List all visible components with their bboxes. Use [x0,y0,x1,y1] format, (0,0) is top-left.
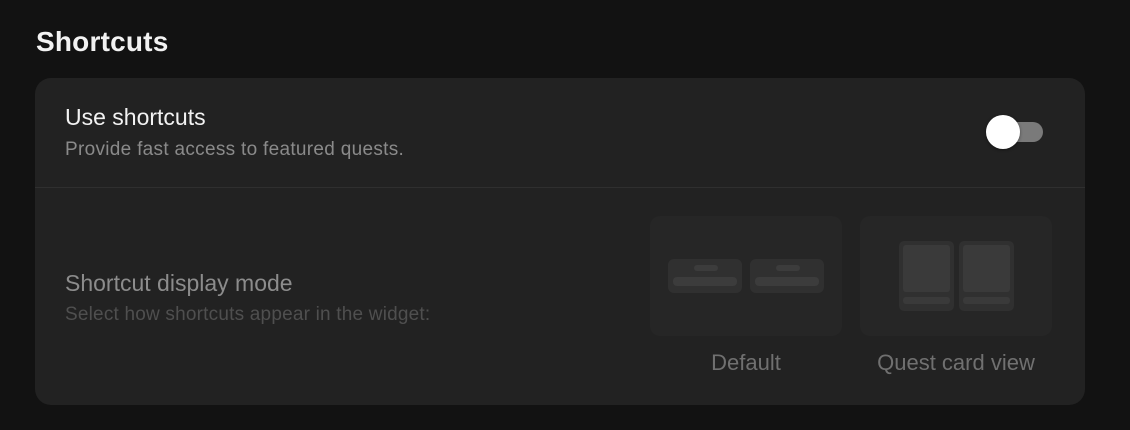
display-mode-option-default[interactable] [650,216,842,336]
card-preview-2 [959,241,1014,311]
pill-bar-bottom [755,277,819,286]
section-title: Shortcuts [36,26,169,57]
pill-preview-2 [750,259,824,293]
pill-bar-top [694,265,718,271]
display-mode-option-default-label[interactable]: Default [650,350,842,376]
card-image-placeholder [963,245,1010,292]
card-image-placeholder [903,245,950,292]
two-horizontal-pills-icon [668,259,742,293]
use-shortcuts-description: Provide fast access to featured quests. [65,139,405,160]
use-shortcuts-row: Use shortcuts Provide fast access to fea… [35,78,1085,188]
pill-bar-bottom [673,277,737,286]
two-cards-icon [899,241,954,311]
display-mode-row: Shortcut display mode Select how shortcu… [35,188,1085,405]
toggle-knob [986,115,1020,149]
shortcuts-settings-card: Use shortcuts Provide fast access to fea… [35,78,1085,405]
card-bar-placeholder [963,297,1010,304]
display-mode-description: Select how shortcuts appear in the widge… [65,304,431,325]
use-shortcuts-toggle[interactable] [986,115,1044,149]
pill-bar-top [776,265,800,271]
display-mode-option-quest-card-label[interactable]: Quest card view [860,350,1052,376]
card-bar-placeholder [903,297,950,304]
use-shortcuts-title: Use shortcuts [65,104,206,130]
display-mode-title: Shortcut display mode [65,270,293,296]
display-mode-option-quest-card[interactable] [860,216,1052,336]
